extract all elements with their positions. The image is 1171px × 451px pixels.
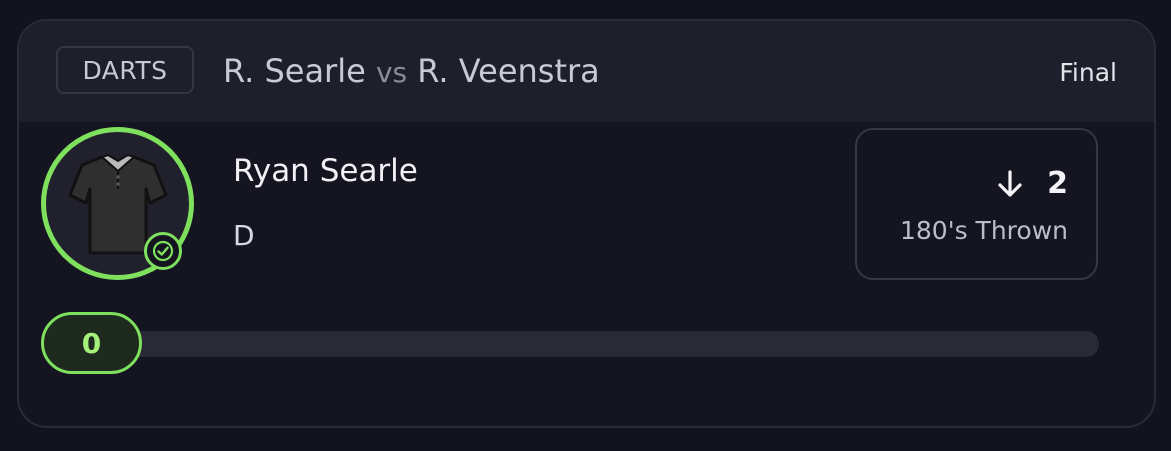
arrow-down-icon <box>998 169 1022 197</box>
stat-line-value: 2 <box>1047 166 1068 201</box>
player1-name: R. Searle <box>223 52 366 90</box>
sport-badge: DARTS <box>56 46 194 94</box>
check-circle-icon <box>144 232 182 270</box>
player-name: Ryan Searle <box>233 153 418 189</box>
stat-label: 180's Thrown <box>900 216 1068 245</box>
progress-value: 0 <box>41 312 142 374</box>
progress-track <box>41 331 1099 357</box>
player2-name: R. Veenstra <box>417 52 600 90</box>
player-position: D <box>233 219 255 252</box>
card-header: DARTS R. Searle vs R. Veenstra Final <box>19 21 1154 122</box>
stat-line: 2 <box>997 166 1068 201</box>
stat-line-box[interactable]: 2 180's Thrown <box>855 128 1098 280</box>
vs-label: vs <box>375 56 408 89</box>
matchup-title: R. Searle vs R. Veenstra <box>223 52 600 90</box>
game-status: Final <box>1059 58 1117 87</box>
